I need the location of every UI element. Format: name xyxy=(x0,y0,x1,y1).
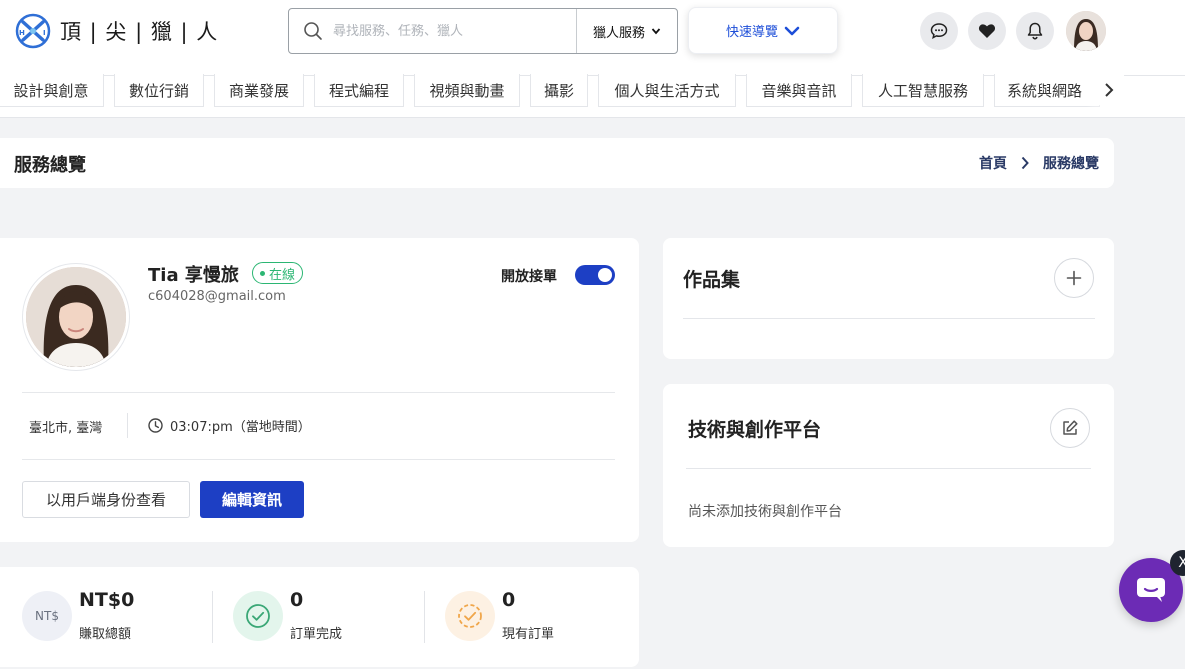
check-circle-icon xyxy=(246,604,270,628)
orders-completed-label: 訂單完成 xyxy=(290,627,343,642)
current-orders-value: 0 xyxy=(502,589,516,611)
chat-bubble-icon xyxy=(1137,578,1165,602)
orders-completed-badge xyxy=(233,591,283,641)
search-input[interactable] xyxy=(333,23,576,39)
top-header: H I 頂 | 尖 | 獵 | 人 獵人服務 快速導覽 xyxy=(0,0,1185,76)
divider xyxy=(424,591,425,643)
status-label: 在線 xyxy=(269,267,296,283)
heart-icon xyxy=(978,24,996,38)
search-bar: 獵人服務 xyxy=(288,8,678,54)
svg-text:H: H xyxy=(19,29,25,37)
quick-nav-button[interactable]: 快速導覽 xyxy=(688,7,838,54)
breadcrumb: 首頁 服務總覽 xyxy=(979,153,1099,173)
divider xyxy=(686,468,1091,469)
svg-text:I: I xyxy=(43,29,46,37)
online-dot-icon xyxy=(260,270,265,276)
chevron-right-icon xyxy=(1105,82,1114,97)
view-as-client-button[interactable]: 以用戶端身份查看 xyxy=(22,481,190,518)
page-header: 服務總覽 首頁 服務總覽 xyxy=(0,138,1114,188)
earnings-value: NT$0 xyxy=(79,589,135,611)
category-tab[interactable]: 商業發展 xyxy=(214,74,304,107)
page-title: 服務總覽 xyxy=(14,155,86,176)
quick-nav-label: 快速導覽 xyxy=(725,25,778,40)
avatar-image xyxy=(26,267,126,367)
platforms-title: 技術與創作平台 xyxy=(688,419,822,441)
divider xyxy=(683,318,1095,319)
search-scope-select[interactable]: 獵人服務 xyxy=(576,9,677,53)
profile-avatar xyxy=(23,264,129,370)
chevron-down-icon xyxy=(651,28,661,35)
category-tab[interactable]: 個人與生活方式 xyxy=(598,74,736,107)
stats-card: NT$ NT$0 賺取總額 0 訂單完成 0 現有訂單 xyxy=(0,567,639,667)
accept-orders-label: 開放接單 xyxy=(501,269,557,285)
local-time-text: 03:07:pm（當地時間） xyxy=(170,420,311,435)
divider xyxy=(22,459,615,460)
clock-circle-icon xyxy=(458,604,482,628)
logo-text: 頂 | 尖 | 獵 | 人 xyxy=(60,20,219,44)
category-tab[interactable]: 系統與網路 xyxy=(994,74,1100,107)
profile-card: Tia 享慢旅 在線 c604028@gmail.com 開放接單 臺北市, 臺… xyxy=(0,238,639,542)
breadcrumb-home[interactable]: 首頁 xyxy=(979,153,1007,173)
chevron-down-icon xyxy=(784,26,800,35)
messages-button[interactable] xyxy=(920,12,958,50)
accept-orders-toggle[interactable] xyxy=(575,265,615,285)
search-icon[interactable] xyxy=(303,21,323,41)
site-logo[interactable]: H I 頂 | 尖 | 獵 | 人 xyxy=(14,12,218,50)
edit-icon xyxy=(1063,420,1078,435)
category-tab[interactable]: 音樂與音訊 xyxy=(746,74,852,107)
notifications-button[interactable] xyxy=(1016,12,1054,50)
toggle-knob xyxy=(598,268,612,282)
profile-name: Tia 享慢旅 xyxy=(148,265,239,286)
edit-profile-button[interactable]: 編輯資訊 xyxy=(200,481,304,518)
search-scope-value: 獵人服務 xyxy=(592,25,645,41)
add-portfolio-button[interactable] xyxy=(1054,258,1094,298)
favorites-button[interactable] xyxy=(968,12,1006,50)
earnings-icon: NT$ xyxy=(22,591,72,641)
logo-icon: H I xyxy=(15,13,51,49)
local-time: 03:07:pm（當地時間） xyxy=(148,416,311,435)
clock-icon xyxy=(148,418,163,433)
portfolio-card: 作品集 xyxy=(663,238,1114,359)
category-bar: 設計與創意 數位行銷 商業發展 程式編程 視頻與動畫 攝影 個人與生活方式 音樂… xyxy=(0,74,1185,118)
category-tab[interactable]: 視頻與動畫 xyxy=(414,74,520,107)
profile-email: c604028@gmail.com xyxy=(148,289,286,304)
category-tab[interactable]: 數位行銷 xyxy=(114,74,204,107)
category-scroll-right[interactable] xyxy=(1094,74,1124,105)
divider xyxy=(127,413,128,438)
status-badge: 在線 xyxy=(252,262,304,284)
current-orders-label: 現有訂單 xyxy=(502,627,555,642)
profile-location: 臺北市, 臺灣 xyxy=(29,421,103,436)
plus-icon xyxy=(1066,270,1082,286)
avatar-image xyxy=(1066,11,1106,51)
category-tab[interactable]: 攝影 xyxy=(530,74,588,107)
divider xyxy=(212,591,213,643)
earnings-label: 賺取總額 xyxy=(79,627,132,642)
user-avatar[interactable] xyxy=(1066,11,1106,51)
category-tab[interactable]: 設計與創意 xyxy=(0,74,104,107)
platforms-empty-text: 尚未添加技術與創作平台 xyxy=(688,504,842,520)
portfolio-title: 作品集 xyxy=(683,269,741,291)
breadcrumb-current: 服務總覽 xyxy=(1043,156,1099,172)
divider xyxy=(22,392,615,393)
current-orders-badge xyxy=(445,591,495,641)
orders-completed-value: 0 xyxy=(290,589,304,611)
edit-platforms-button[interactable] xyxy=(1050,408,1090,448)
platforms-card: 技術與創作平台 尚未添加技術與創作平台 xyxy=(663,384,1114,547)
bell-icon xyxy=(1027,22,1043,40)
chat-icon xyxy=(930,23,948,40)
category-tab[interactable]: 人工智慧服務 xyxy=(862,74,984,107)
chevron-right-icon xyxy=(1021,156,1029,170)
category-tab[interactable]: 程式編程 xyxy=(314,74,404,107)
